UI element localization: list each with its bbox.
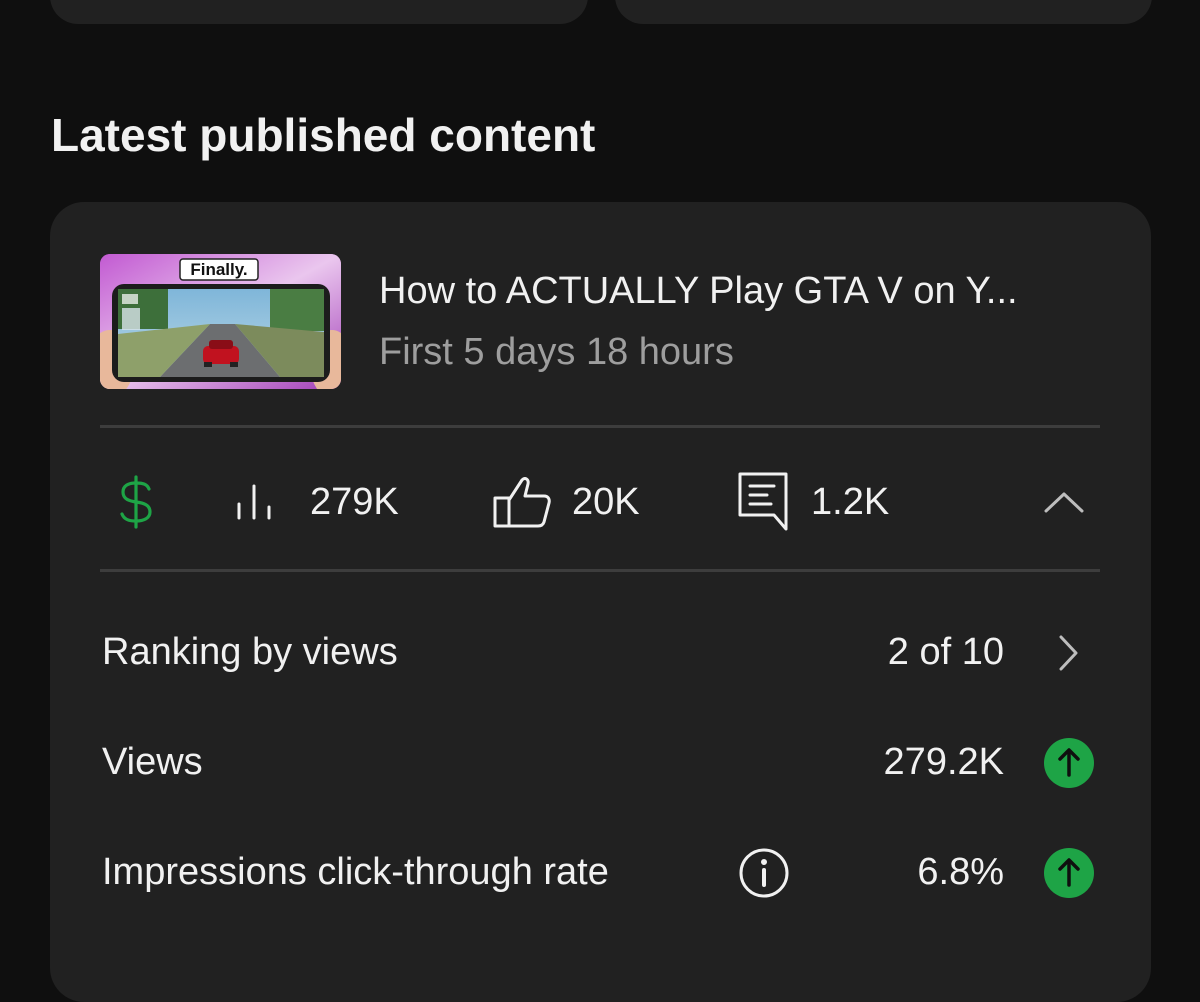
metric-label: Impressions click-through rate [102, 851, 609, 893]
metric-value: 2 of 10 [887, 631, 1004, 673]
trend-up-icon [1044, 848, 1094, 898]
thumbs-up-icon [493, 477, 551, 528]
comments-stat[interactable]: 1.2K [737, 472, 889, 532]
video-time-window: First 5 days 18 hours [379, 331, 734, 373]
section-title: Latest published content [51, 109, 596, 161]
comments-count: 1.2K [811, 480, 890, 523]
divider-bottom [100, 569, 1100, 572]
video-title[interactable]: How to ACTUALLY Play GTA V on Y... [379, 270, 1018, 313]
revenue-stat[interactable] [118, 472, 154, 532]
metric-label: Ranking by views [102, 631, 398, 673]
trend-up-icon [1044, 738, 1094, 788]
metric-value: 6.8% [917, 851, 1004, 893]
likes-stat[interactable]: 20K [492, 472, 640, 532]
chevron-right-icon [1059, 635, 1078, 671]
metric-value: 279.2K [883, 741, 1004, 783]
info-icon[interactable] [738, 847, 790, 899]
top-card-left[interactable] [50, 0, 588, 24]
top-card-right[interactable] [615, 0, 1152, 24]
video-thumbnail[interactable]: Finally. [100, 254, 341, 389]
views-count: 279K [310, 480, 399, 523]
dollar-icon [120, 475, 152, 529]
metric-row-views[interactable]: Views 279.2K [102, 735, 1100, 791]
metric-label: Views [102, 741, 203, 783]
thumbnail-caption: Finally. [190, 260, 248, 279]
chevron-up-icon [1044, 492, 1084, 513]
collapse-button[interactable] [1043, 472, 1085, 532]
likes-count: 20K [572, 480, 640, 523]
divider-top [100, 425, 1100, 428]
metric-row-ranking[interactable]: Ranking by views 2 of 10 [102, 625, 1100, 681]
bar-chart-icon [237, 484, 271, 520]
comment-icon [738, 472, 788, 531]
views-stat[interactable]: 279K [234, 472, 399, 532]
metric-row-ctr[interactable]: Impressions click-through rate 6.8% [102, 845, 1100, 901]
